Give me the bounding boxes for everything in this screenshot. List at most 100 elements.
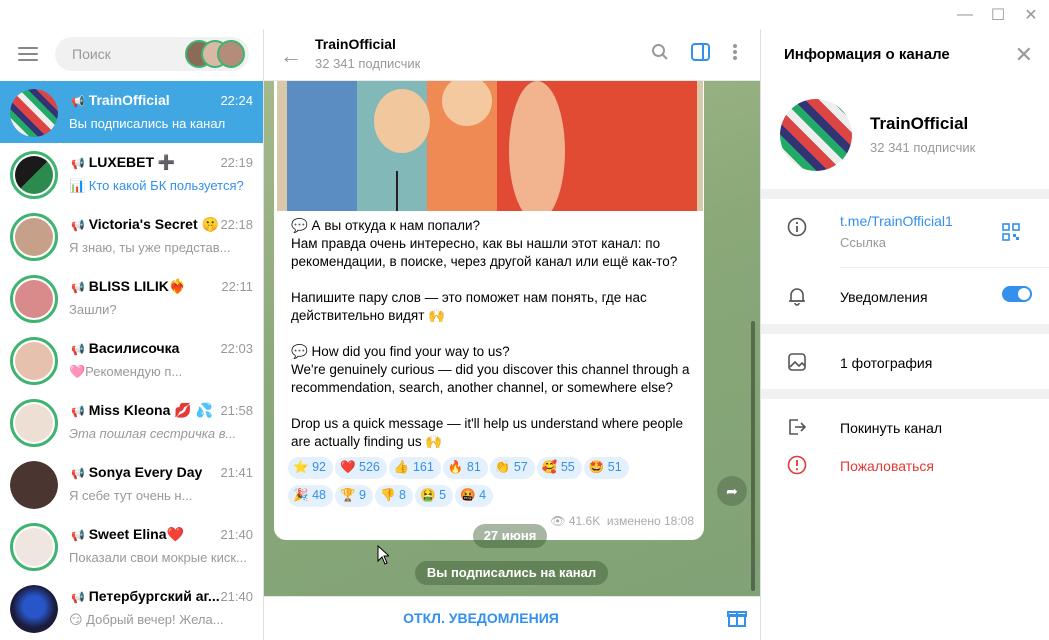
- search-input[interactable]: Поиск: [55, 37, 249, 71]
- chat-preview: Я себе тут очень н...: [69, 488, 193, 503]
- chat-item-sweet-elina[interactable]: 📢 Sweet Elina❤️ 21:40 Показали свои мокры…: [0, 515, 263, 577]
- reaction-chip[interactable]: 👏 57: [489, 457, 535, 479]
- channel-icon: 📢: [71, 96, 85, 108]
- chat-time: 21:40: [220, 527, 253, 542]
- reaction-chip[interactable]: 🤬 4: [455, 485, 494, 507]
- maximize-icon: ☐: [990, 6, 1006, 24]
- chat-title: Victoria's Secret 🤫: [88, 216, 219, 232]
- chat-title: Sonya Every Day: [88, 464, 203, 480]
- channel-link-label: Ссылка: [840, 235, 887, 250]
- channel-icon: 📢: [71, 282, 85, 294]
- channel-icon: 📢: [71, 344, 85, 356]
- reaction-chip[interactable]: ⭐ 92: [288, 457, 333, 479]
- reaction-chip[interactable]: 🤩 51: [583, 457, 629, 479]
- reaction-chip[interactable]: 🔥 81: [442, 457, 488, 479]
- channel-info-panel: Информация о канале ✕ TrainOfficial 32 3…: [760, 29, 1049, 640]
- photo-icon: [787, 352, 807, 377]
- channel-icon: 📢: [71, 406, 85, 418]
- back-arrow-icon[interactable]: ←: [280, 43, 302, 69]
- avatar: [10, 151, 58, 199]
- close-icon: ✕: [1024, 6, 1038, 24]
- reaction-chip[interactable]: 👎 8: [374, 485, 413, 507]
- sidebar-toggle-icon[interactable]: [691, 43, 713, 65]
- more-options-icon[interactable]: [732, 43, 738, 65]
- chat-time: 21:58: [220, 403, 253, 418]
- chat-header-title[interactable]: TrainOfficial: [315, 36, 396, 52]
- chat-list-panel: Поиск 📢 TrainOfficial 22:24 Вы подписалис…: [0, 29, 264, 640]
- chat-item-peterburgsky[interactable]: 📢 Петербургский аг... 21:40 😏 Добрый вече…: [0, 577, 263, 639]
- chat-preview: Вы подписались на канал: [69, 116, 226, 131]
- reaction-chip[interactable]: 🏆 9: [334, 485, 373, 507]
- chat-time: 22:18: [220, 217, 253, 232]
- maximize-button[interactable]: ☐: [983, 0, 1013, 29]
- chat-time: 21:40: [220, 589, 253, 604]
- chat-time: 22:03: [220, 341, 253, 356]
- chat-header-subtitle: 32 341 подписчик: [315, 56, 421, 71]
- channel-icon: 📢: [71, 220, 85, 232]
- info-panel-title: Информация о канале: [784, 46, 950, 63]
- channel-link[interactable]: t.me/TrainOfficial1: [840, 213, 953, 229]
- chat-title: Петербургский аг...: [88, 588, 220, 604]
- avatar: [10, 399, 58, 447]
- date-separator: 27 июня: [473, 524, 547, 548]
- chat-preview: 🩷Рекомендую п...: [69, 364, 183, 379]
- report-button[interactable]: Пожаловаться: [840, 458, 934, 474]
- chat-preview: 📊 Кто какой БК пользуется?: [69, 178, 244, 193]
- leave-channel-button[interactable]: Покинуть канал: [840, 420, 942, 436]
- avatar: [10, 275, 58, 323]
- channel-avatar[interactable]: [780, 99, 852, 171]
- bell-icon: [787, 286, 807, 311]
- chat-item-miss-kleona[interactable]: 📢 Miss Kleona 💋 💦 21:58 Эта пошлая сестри…: [0, 391, 263, 453]
- reaction-chip[interactable]: 👍 161: [388, 457, 441, 479]
- chat-title: Sweet Elina❤️: [88, 526, 184, 542]
- chat-preview: Я знаю, ты уже представ...: [69, 240, 231, 255]
- edited-time: изменено 18:08: [606, 514, 694, 528]
- close-window-button[interactable]: ✕: [1016, 0, 1046, 29]
- post-paragraph: We're genuinely curious — did you discov…: [291, 362, 690, 395]
- forward-button[interactable]: ➦: [717, 476, 747, 506]
- divider: [761, 324, 1049, 334]
- qr-code-icon[interactable]: [1002, 223, 1020, 246]
- chat-title: Василисочка: [88, 340, 180, 356]
- chat-item-sonya-every-day[interactable]: 📢 Sonya Every Day 21:41 Я себе тут очень …: [0, 453, 263, 515]
- chat-time: 22:24: [220, 93, 253, 108]
- post-paragraph: 💬 How did you find your way to us?: [291, 344, 510, 359]
- info-icon: [787, 217, 807, 242]
- stories-avatars[interactable]: [185, 40, 245, 68]
- chat-time: 21:41: [220, 465, 253, 480]
- mute-notifications-button[interactable]: ОТКЛ. УВЕДОМЛЕНИЯ: [264, 610, 698, 626]
- close-icon[interactable]: ✕: [1015, 42, 1033, 68]
- chat-item-luxebet[interactable]: 📢 LUXEBET ➕ 22:19 📊 Кто какой БК пользует…: [0, 143, 263, 205]
- channel-post[interactable]: 💬 А вы откуда к нам попали? Нам правда о…: [274, 81, 704, 540]
- photos-item[interactable]: 1 фотография: [840, 355, 932, 371]
- avatar: [10, 523, 58, 571]
- reaction-chip[interactable]: 🥰 55: [536, 457, 582, 479]
- hamburger-menu-icon[interactable]: [18, 47, 38, 63]
- post-paragraph: Нам правда очень интересно, как вы нашли…: [291, 236, 678, 269]
- chat-item-trainofficial[interactable]: 📢 TrainOfficial 22:24 Вы подписались на к…: [0, 81, 263, 143]
- minimize-button[interactable]: —: [950, 0, 980, 29]
- scrollbar[interactable]: [751, 321, 755, 591]
- view-count: 👁 41.6K: [550, 514, 601, 528]
- post-paragraph: Drop us a quick message — it'll help us …: [291, 416, 684, 449]
- notifications-label: Уведомления: [840, 289, 928, 305]
- post-paragraph: 💬 А вы откуда к нам попали?: [291, 218, 481, 233]
- chat-footer: ОТКЛ. УВЕДОМЛЕНИЯ: [264, 596, 760, 640]
- chat-item-vasilisochka[interactable]: 📢 Василисочка 22:03 🩷Рекомендую п...: [0, 329, 263, 391]
- notifications-toggle[interactable]: [1002, 286, 1032, 302]
- reaction-chip[interactable]: ❤️ 526: [334, 457, 387, 479]
- divider: [761, 389, 1049, 399]
- gift-icon[interactable]: [727, 608, 747, 633]
- avatar: [10, 213, 58, 261]
- chat-item-bliss-lilik[interactable]: 📢 BLISS LILIK❤️‍🔥 22:11 Зашли?: [0, 267, 263, 329]
- title-bar: — ☐ ✕: [0, 0, 1049, 29]
- post-illustration[interactable]: [277, 81, 703, 211]
- search-icon[interactable]: [651, 43, 673, 65]
- reaction-chip[interactable]: 🤮 5: [415, 485, 454, 507]
- avatar: [10, 89, 58, 137]
- divider: [761, 189, 1049, 199]
- reaction-chip[interactable]: 🎉 48: [288, 485, 333, 507]
- chat-item-victorias-secret[interactable]: 📢 Victoria's Secret 🤫 22:18 Я знаю, ты уж…: [0, 205, 263, 267]
- report-icon: [787, 455, 807, 480]
- forward-icon: ➦: [726, 483, 738, 499]
